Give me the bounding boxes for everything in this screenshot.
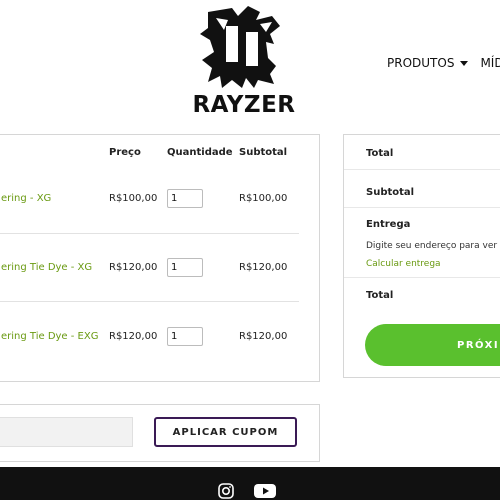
footer — [0, 467, 500, 500]
calculate-shipping-link[interactable]: Calcular entrega — [366, 259, 441, 269]
nav-item-produtos[interactable]: PRODUTOS — [387, 56, 469, 70]
logo-text: RAYZER — [192, 92, 296, 118]
product-link[interactable]: ering - XG — [1, 193, 51, 204]
quantity-input[interactable] — [167, 258, 203, 277]
nav-item-label: MÍDI — [480, 56, 500, 70]
product-link[interactable]: ering Tie Dye - XG — [1, 262, 92, 273]
logo[interactable]: RAYZER — [186, 4, 302, 120]
shipping-info: Digite seu endereço para ver — [366, 241, 498, 251]
youtube-icon[interactable] — [254, 483, 276, 499]
column-header-subtotal: Subtotal — [239, 147, 288, 158]
column-header-price: Preço — [109, 147, 141, 158]
column-header-quantity: Quantidade — [167, 147, 233, 158]
quantity-input[interactable] — [167, 327, 203, 346]
product-price: R$100,00 — [109, 193, 158, 204]
quantity-input[interactable] — [167, 189, 203, 208]
totals-divider — [344, 207, 500, 208]
row-divider — [0, 301, 299, 302]
row-divider — [0, 233, 299, 234]
cart-totals: Total Subtotal Entrega Digite seu endere… — [343, 134, 500, 378]
subtotal-label: Subtotal — [366, 187, 415, 198]
cart-table: Preço Quantidade Subtotal ering - XG R$1… — [0, 134, 320, 382]
nav-item-label: PRODUTOS — [387, 56, 455, 70]
product-price: R$120,00 — [109, 331, 158, 342]
product-link[interactable]: ering Tie Dye - EXG — [1, 331, 98, 342]
product-subtotal: R$100,00 — [239, 193, 288, 204]
chevron-down-icon — [460, 60, 469, 66]
nav-item-midia[interactable]: MÍDI — [480, 56, 500, 70]
shipping-label: Entrega — [366, 219, 411, 230]
instagram-icon[interactable] — [218, 483, 234, 499]
totals-divider — [344, 277, 500, 278]
product-subtotal: R$120,00 — [239, 262, 288, 273]
coupon-input[interactable] — [0, 417, 133, 447]
totals-heading: Total — [366, 148, 394, 159]
proceed-checkout-button[interactable]: PRÓXIM — [365, 324, 500, 366]
main-nav: PRODUTOS MÍDI — [387, 55, 500, 71]
total-label: Total — [366, 290, 394, 301]
logo-emblem-icon — [200, 6, 280, 88]
coupon-section: APLICAR CUPOM — [0, 404, 320, 462]
apply-coupon-button[interactable]: APLICAR CUPOM — [154, 417, 297, 447]
product-subtotal: R$120,00 — [239, 331, 288, 342]
totals-divider — [344, 169, 500, 170]
product-price: R$120,00 — [109, 262, 158, 273]
